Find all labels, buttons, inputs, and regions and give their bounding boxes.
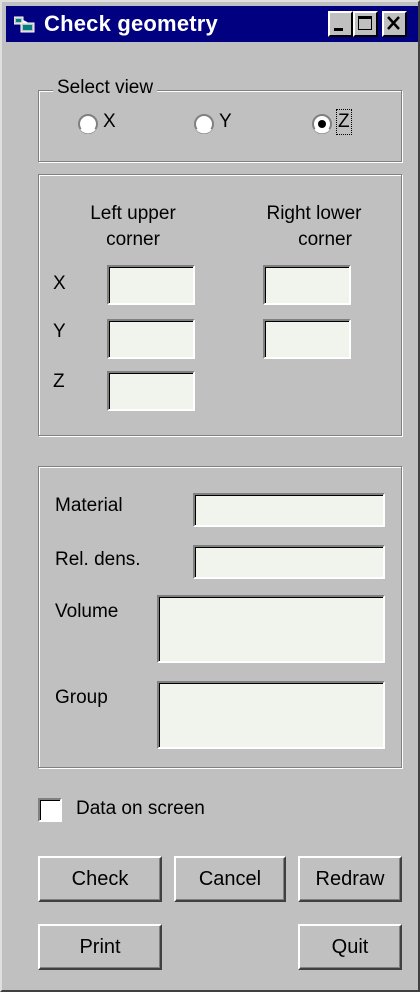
radio-x[interactable] (77, 113, 99, 135)
volume-label: Volume (55, 601, 119, 622)
minimize-icon (334, 28, 343, 31)
axis-label-z: Z (53, 371, 65, 392)
radio-unchecked-icon (78, 114, 98, 134)
right-lower-x-field[interactable] (263, 265, 351, 305)
select-view-legend: Select view (53, 77, 158, 99)
group-label: Group (55, 687, 108, 708)
radio-y-label[interactable]: Y (219, 111, 232, 133)
right-lower-heading-line2: corner (298, 229, 352, 250)
cancel-button[interactable]: Cancel (174, 856, 286, 902)
axis-label-y: Y (53, 321, 66, 342)
volume-field[interactable] (157, 595, 385, 663)
minimize-button[interactable] (328, 11, 353, 37)
print-button[interactable]: Print (38, 924, 162, 970)
title-bar[interactable]: Check geometry (6, 6, 418, 42)
app-icon (13, 15, 36, 33)
radio-x-label[interactable]: X (103, 111, 116, 133)
left-upper-y-field[interactable] (107, 319, 195, 359)
rel-dens-label: Rel. dens. (55, 549, 141, 570)
material-field[interactable] (193, 493, 385, 527)
left-upper-heading-line1: Left upper (90, 203, 176, 224)
quit-button[interactable]: Quit (298, 924, 402, 970)
left-upper-x-field[interactable] (107, 265, 195, 305)
left-upper-heading-line2: corner (106, 229, 160, 250)
redraw-button[interactable]: Redraw (298, 856, 402, 902)
radio-y[interactable] (193, 113, 215, 135)
left-upper-z-field[interactable] (107, 371, 195, 411)
radio-unchecked-icon (194, 114, 214, 134)
group-field[interactable] (157, 681, 385, 749)
material-label: Material (55, 495, 123, 516)
close-icon (387, 16, 400, 30)
radio-z[interactable] (311, 113, 333, 135)
maximize-button[interactable] (353, 11, 378, 37)
corners-group: Left upper corner Right lower corner X Y… (38, 174, 402, 436)
right-lower-y-field[interactable] (263, 319, 351, 359)
maximize-icon (358, 16, 372, 30)
close-button[interactable] (382, 11, 407, 37)
radio-z-label[interactable]: Z (336, 109, 352, 135)
axis-label-x: X (53, 273, 66, 294)
right-lower-heading-line1: Right lower (266, 203, 362, 224)
data-on-screen-label[interactable]: Data on screen (76, 798, 205, 820)
properties-group: Material Rel. dens. Volume Group (38, 466, 402, 768)
check-button[interactable]: Check (38, 856, 162, 902)
window-title: Check geometry (44, 11, 218, 36)
select-view-group: Select view X Y Z (38, 77, 402, 162)
rel-dens-field[interactable] (193, 545, 385, 579)
data-on-screen-checkbox[interactable] (38, 798, 62, 822)
check-geometry-window: Check geometry Select view X Y Z Left up… (0, 0, 420, 992)
radio-checked-icon (312, 114, 332, 134)
